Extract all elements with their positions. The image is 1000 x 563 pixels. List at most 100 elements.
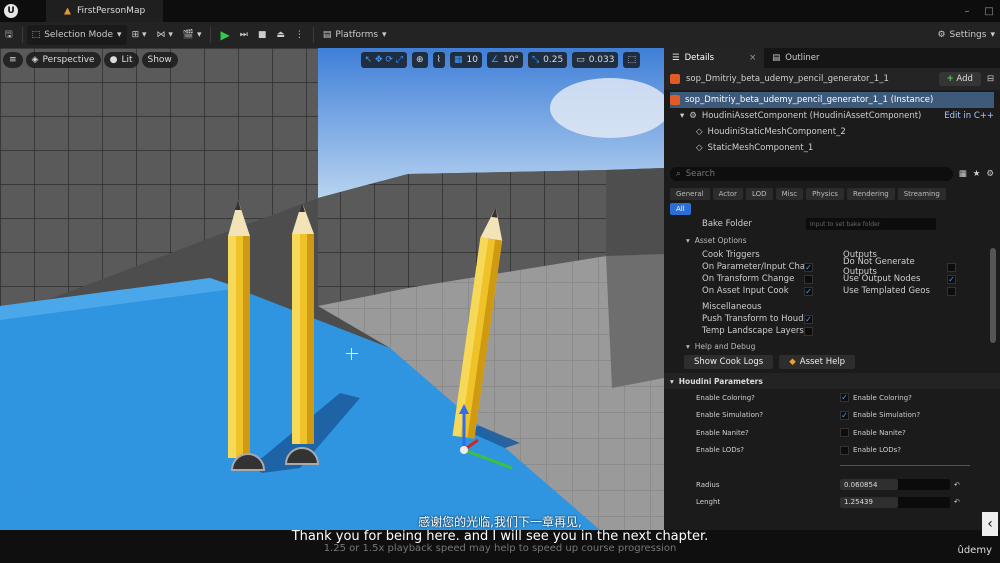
close-icon[interactable]: ×: [749, 53, 756, 63]
param-row: Enable Simulation? ✓ Enable Simulation?: [664, 407, 1000, 425]
step-button[interactable]: ⏭: [235, 25, 253, 45]
blueprint-icon[interactable]: ⊟: [987, 74, 994, 84]
actor-name[interactable]: sop_Dmitriy_beta_udemy_pencil_generator_…: [686, 74, 889, 84]
eject-button[interactable]: ⏏: [271, 25, 290, 45]
blueprint-button[interactable]: ⋈ ▾: [152, 25, 178, 45]
reset-icon[interactable]: ↶: [954, 498, 960, 506]
details-search-input[interactable]: ⌕ Search: [670, 167, 953, 181]
camera-speed-button[interactable]: ▭ 0.033: [572, 52, 619, 68]
misc-option-row[interactable]: Temp Landscape Layers: [702, 325, 843, 337]
save-icon[interactable]: 🖫: [0, 25, 18, 45]
cinematics-button[interactable]: 🎬 ▾: [178, 25, 207, 45]
help-debug-label: Help and Debug: [694, 341, 756, 351]
show-dropdown[interactable]: Show: [141, 52, 178, 68]
length-input[interactable]: 1.25439: [840, 496, 950, 508]
cook-option-row[interactable]: On Transform Change: [702, 273, 843, 285]
category-filters: General Actor LOD Misc Physics Rendering…: [664, 184, 1000, 200]
viewport-menu-button[interactable]: ≡: [3, 52, 23, 68]
map-tab[interactable]: FirstPersonMap: [46, 0, 164, 22]
length-label: Lenght: [696, 498, 721, 507]
houdini-icon: [670, 95, 680, 105]
checkbox[interactable]: ✓: [947, 274, 956, 284]
surface-snap-icon[interactable]: ⌇: [432, 52, 445, 68]
category-physics[interactable]: Physics: [806, 188, 844, 200]
edit-cpp-link[interactable]: Edit in C++: [944, 111, 994, 121]
checkbox[interactable]: [804, 326, 813, 336]
misc-option-row[interactable]: Push Transform to Houdi ✓: [702, 313, 843, 325]
play-options-icon[interactable]: ⋮: [290, 25, 309, 45]
gear-icon[interactable]: ⚙: [986, 169, 994, 179]
tab-details[interactable]: ☰ Details ×: [664, 48, 765, 68]
details-scrollbar[interactable]: [990, 248, 996, 343]
perspective-icon: ◈: [31, 55, 39, 65]
cook-option-label: On Asset Input Cook: [702, 286, 789, 296]
category-misc[interactable]: Misc: [775, 188, 804, 200]
selection-mode-dropdown[interactable]: ⬚ Selection Mode ▾: [26, 25, 127, 45]
platforms-dropdown[interactable]: ▤ Platforms ▾: [318, 25, 392, 45]
minimize-icon[interactable]: –: [956, 0, 978, 22]
table-view-icon[interactable]: ▦: [959, 169, 967, 179]
play-button[interactable]: ▶: [215, 25, 234, 45]
radius-row: Radius 0.060854 ↶: [664, 476, 1000, 494]
add-component-button[interactable]: + Add: [938, 72, 981, 86]
level-viewport[interactable]: ≡ ◈ Perspective ● Lit Show ↖ ✥ ⟳ ⤢ ⊕ ⌇ ▦…: [0, 48, 664, 530]
output-option-row[interactable]: Do Not Generate Outputs: [843, 257, 956, 277]
bake-folder-input[interactable]: Input to set bake folder: [806, 218, 936, 230]
cook-option-row[interactable]: On Parameter/Input Chan ✓: [702, 261, 843, 273]
checkbox[interactable]: ✓: [804, 286, 813, 296]
checkbox[interactable]: [840, 445, 849, 455]
tree-row-instance[interactable]: sop_Dmitriy_beta_udemy_pencil_generator_…: [670, 92, 994, 108]
grid-snap-button[interactable]: ▦ 10: [449, 52, 482, 68]
checkbox[interactable]: [947, 286, 956, 296]
select-tool-icon[interactable]: ↖ ✥ ⟳ ⤢: [360, 52, 407, 68]
perspective-dropdown[interactable]: ◈ Perspective: [25, 52, 101, 68]
checkbox[interactable]: [840, 428, 849, 438]
maximize-viewport-icon[interactable]: ⬚: [623, 52, 640, 68]
output-option-row[interactable]: Use Templated Geos: [843, 285, 956, 297]
category-rendering[interactable]: Rendering: [846, 188, 895, 200]
houdini-parameters-header[interactable]: ▾ Houdini Parameters: [664, 373, 1000, 389]
help-debug-header[interactable]: ▾ Help and Debug: [664, 339, 1000, 353]
category-streaming[interactable]: Streaming: [897, 188, 946, 200]
checkbox[interactable]: ✓: [840, 393, 849, 403]
actor-name-row: sop_Dmitriy_beta_udemy_pencil_generator_…: [664, 68, 1000, 90]
show-cook-logs-button[interactable]: Show Cook Logs: [684, 355, 774, 369]
param-value-label: Enable LODs?: [853, 446, 901, 455]
category-all[interactable]: All: [670, 203, 691, 215]
checkbox[interactable]: ✓: [804, 262, 813, 272]
asset-help-label: Asset Help: [799, 357, 846, 367]
tree-row-asset-component[interactable]: ▾ ⚙ HoudiniAssetComponent (HoudiniAssetC…: [670, 108, 994, 124]
category-general[interactable]: General: [670, 188, 710, 200]
scale-snap-button[interactable]: ⤡ 0.25: [527, 52, 568, 68]
chevron-left-icon[interactable]: ‹: [982, 512, 998, 536]
asset-options-header[interactable]: ▾ Asset Options: [664, 233, 1000, 247]
search-icon: ⌕: [676, 169, 681, 179]
chevron-down-icon: ▾: [680, 111, 685, 121]
favorite-star-icon[interactable]: ★: [973, 169, 981, 179]
crosshair-icon: [346, 348, 358, 360]
maximize-icon[interactable]: □: [978, 0, 1000, 22]
outliner-icon: ▤: [772, 53, 781, 63]
checkbox[interactable]: [804, 274, 813, 284]
category-lod[interactable]: LOD: [746, 188, 773, 200]
output-option-row[interactable]: Use Output Nodes ✓: [843, 273, 956, 285]
reset-icon[interactable]: ↶: [954, 481, 960, 489]
checkbox[interactable]: ✓: [840, 410, 849, 420]
stop-button[interactable]: ■: [253, 25, 272, 45]
asset-help-button[interactable]: ◆ Asset Help: [779, 355, 856, 369]
settings-dropdown[interactable]: ⚙ Settings ▾: [932, 25, 1000, 45]
checkbox[interactable]: [947, 262, 956, 272]
tree-row-static-mesh-2[interactable]: ◇ HoudiniStaticMeshComponent_2: [670, 124, 994, 140]
cook-option-row[interactable]: On Asset Input Cook ✓: [702, 285, 843, 297]
lit-dropdown[interactable]: ● Lit: [103, 52, 139, 68]
add-content-button[interactable]: ⊞ ▾: [127, 25, 152, 45]
unreal-logo-icon[interactable]: U: [0, 0, 22, 22]
checkbox[interactable]: ✓: [804, 314, 813, 324]
radius-input[interactable]: 0.060854: [840, 479, 950, 491]
tab-outliner[interactable]: ▤ Outliner: [764, 48, 827, 68]
rotation-snap-button[interactable]: ∠ 10°: [486, 52, 523, 68]
category-actor[interactable]: Actor: [712, 188, 744, 200]
window-controls: – □: [956, 0, 1000, 22]
world-local-icon[interactable]: ⊕: [412, 52, 428, 68]
tree-row-static-mesh-1[interactable]: ◇ StaticMeshComponent_1: [670, 140, 994, 156]
